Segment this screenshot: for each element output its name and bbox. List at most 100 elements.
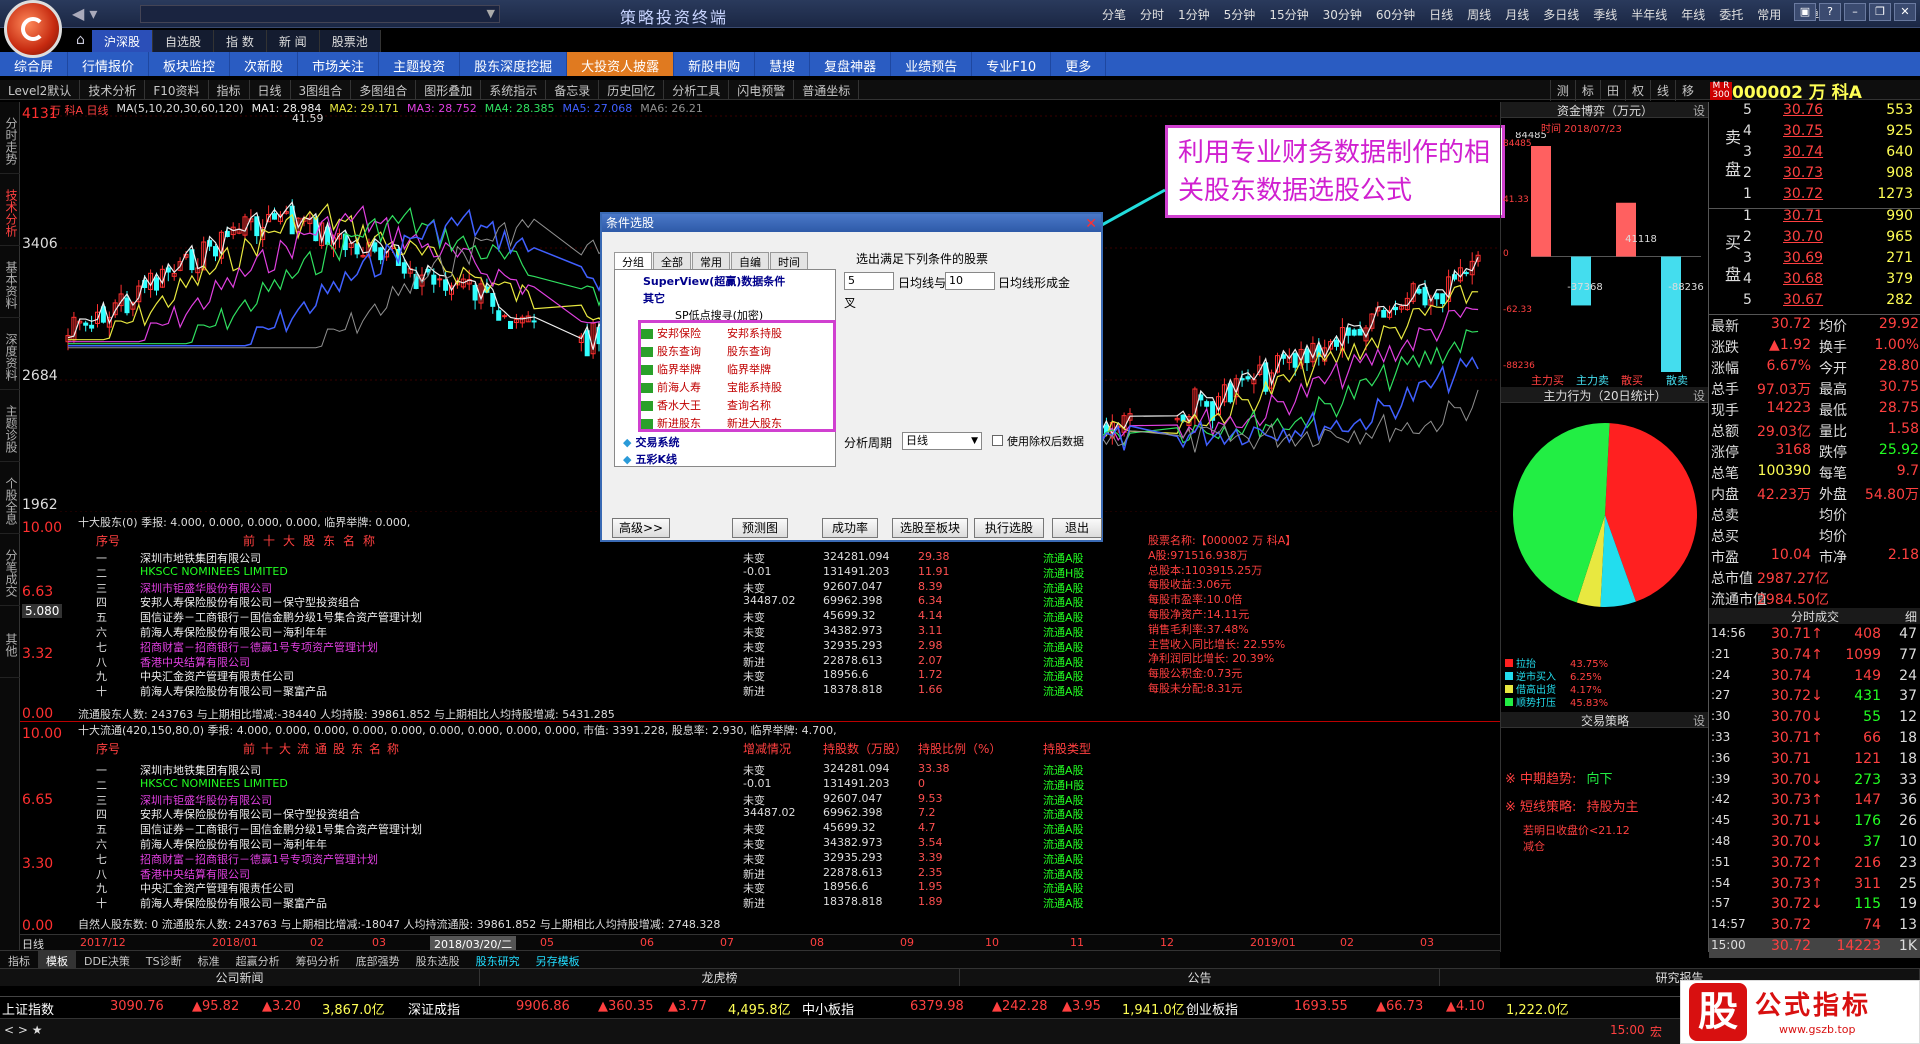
dialog-button[interactable]: 选股至板块 xyxy=(892,518,968,538)
tick-row[interactable]: :36 30.71 121 18 xyxy=(1709,751,1920,771)
table-row[interactable]: 七 招商财富－招商银行－德赢1号专项资产管理计划 未变 32935.293 3.39 流通… xyxy=(78,851,1138,866)
period-menu-item[interactable]: 分笔 xyxy=(1095,6,1133,23)
toolbar-button[interactable]: 图形叠加 xyxy=(416,80,482,99)
feature-tab[interactable]: 慧搜 xyxy=(755,52,811,76)
sidebar-item[interactable]: 深度资料 xyxy=(0,318,20,390)
toolbar-button[interactable]: 3图组合 xyxy=(291,80,352,99)
period-menu-item[interactable]: 月线 xyxy=(1498,6,1536,23)
indicator-tab[interactable]: 模板 xyxy=(38,951,76,968)
index-name[interactable]: 创业板指 xyxy=(1186,999,1238,1018)
tick-row[interactable]: :21 30.74↑ 1099 77 xyxy=(1709,647,1920,667)
toolbar-icon[interactable]: 线 xyxy=(1649,80,1675,101)
table-row[interactable]: 六 前海人寿保险股份有限公司－海利年年 未变 34382.973 3.11 流通A股 xyxy=(78,624,1138,639)
news-tab[interactable]: 公告 xyxy=(960,969,1440,986)
feature-tab[interactable]: 板块监控 xyxy=(149,52,231,76)
tick-row[interactable]: :30 30.70↓ 55 12 xyxy=(1709,709,1920,729)
index-name[interactable]: 深证成指 xyxy=(408,999,460,1018)
toolbar-button[interactable]: 多图组合 xyxy=(351,80,417,99)
order-book-row[interactable]: 2 30.73 908 xyxy=(1709,165,1920,186)
indicator-tab[interactable]: DDE决策 xyxy=(76,951,138,968)
back-forward-icon[interactable]: ◀ ▾ xyxy=(72,4,97,23)
table-row[interactable]: 四 安邦人寿保险股份有限公司－保守型投资组合 34487.02 69962.398 7.… xyxy=(78,806,1138,821)
news-tab[interactable]: 公司新闻 xyxy=(0,969,480,986)
order-book-row[interactable]: 5 30.67 282 xyxy=(1709,292,1920,313)
feature-tab[interactable]: 复盘神器 xyxy=(810,52,892,76)
indicator-tab[interactable]: 指标 xyxy=(0,951,38,968)
toolbar-button[interactable]: F10资料 xyxy=(145,80,209,99)
table-row[interactable]: 十 前海人寿保险股份有限公司－聚富产品 新进 18378.818 1.89 流通A股 xyxy=(78,895,1138,910)
tree-group[interactable]: ◆ 五彩K线 xyxy=(623,451,677,466)
toolbar-button[interactable]: 闪电预警 xyxy=(729,80,795,99)
toolbar-icon[interactable]: 权 xyxy=(1624,80,1650,101)
tick-row[interactable]: :39 30.70↓ 273 33 xyxy=(1709,772,1920,792)
period-menu-item[interactable]: 委托 xyxy=(1712,6,1750,23)
period-menu-item[interactable]: 分时 xyxy=(1133,6,1171,23)
toolbar-icon[interactable]: 移 xyxy=(1674,80,1700,101)
toolbar-button[interactable]: 普通坐标 xyxy=(794,80,860,99)
tick-row[interactable]: 15:00 30.72 14223 1K xyxy=(1709,938,1920,958)
table-row[interactable]: 八 香港中央结算有限公司 新进 22878.613 2.07 流通A股 xyxy=(78,654,1138,669)
adjust-checkbox[interactable] xyxy=(992,435,1003,446)
tree-group[interactable]: ◆ 交易系统 xyxy=(623,434,679,450)
period-menu-item[interactable]: 多日线 xyxy=(1536,6,1586,23)
period-menu-item[interactable]: 5分钟 xyxy=(1217,6,1263,23)
table-row[interactable]: 五 国信证券－工商银行－国信金鹏分级1号集合资产管理计划 未变 45699.32 4.7… xyxy=(78,821,1138,836)
toolbar-button[interactable]: 分析工具 xyxy=(664,80,730,99)
period-menu-item[interactable]: 周线 xyxy=(1460,6,1498,23)
index-name[interactable]: 中小板指 xyxy=(802,999,854,1018)
period-menu-item[interactable]: 60分钟 xyxy=(1369,6,1422,23)
sidebar-item[interactable]: 个股全息 xyxy=(0,462,20,534)
table-row[interactable]: 十 前海人寿保险股份有限公司－聚富产品 新进 18378.818 1.66 流通A股 xyxy=(78,683,1138,698)
period-menu-item[interactable]: 常用 xyxy=(1750,6,1788,23)
period-menu-item[interactable]: 30分钟 xyxy=(1316,6,1369,23)
sidebar-item[interactable]: 分时走势 xyxy=(0,102,20,174)
tick-row[interactable]: :24 30.74 149 24 xyxy=(1709,668,1920,688)
sidebar-item[interactable]: 主题诊股 xyxy=(0,390,20,462)
feature-tab[interactable]: 更多 xyxy=(1051,52,1107,76)
table-row[interactable]: 一 深圳市地铁集团有限公司 未变 324281.094 29.38 流通A股 xyxy=(78,550,1138,565)
toolbar-button[interactable]: 备忘录 xyxy=(546,80,600,99)
toolbar-button[interactable]: 指标 xyxy=(209,80,250,99)
search-input[interactable]: ▼ xyxy=(140,5,500,23)
table-row[interactable]: 四 安邦人寿保险股份有限公司－保守型投资组合 34487.02 69962.398 6.… xyxy=(78,594,1138,609)
tree-node[interactable]: 其它 xyxy=(643,290,665,306)
tick-row[interactable]: :48 30.70↓ 37 10 xyxy=(1709,834,1920,854)
indicator-tab[interactable]: 股东研究 xyxy=(468,951,528,968)
order-book-row[interactable]: 3 30.69 271 xyxy=(1709,250,1920,271)
order-book-row[interactable]: 4 30.68 379 xyxy=(1709,271,1920,292)
detail-toggle[interactable]: 细 xyxy=(1905,608,1917,625)
feature-tab[interactable]: 业绩预告 xyxy=(891,52,973,76)
order-book-row[interactable]: 1 30.71 990 xyxy=(1709,208,1920,229)
minimize-icon[interactable]: – xyxy=(1844,3,1866,21)
tree-node[interactable]: SuperView(超赢)数据条件 xyxy=(643,273,785,289)
tick-row[interactable]: :42 30.73↑ 147 36 xyxy=(1709,792,1920,812)
toolbar-button[interactable]: 技术分析 xyxy=(80,80,146,99)
param2-input[interactable]: 10 xyxy=(945,272,995,290)
order-book-row[interactable]: 3 30.74 640 xyxy=(1709,144,1920,165)
feature-tab[interactable]: 大投资人披露 xyxy=(567,52,675,76)
toolbar-button[interactable]: Level2默认 xyxy=(0,80,81,99)
feature-tab[interactable]: 次新股 xyxy=(230,52,299,76)
table-row[interactable]: 三 深圳市钜盛华股份有限公司 未变 92607.047 8.39 流通A股 xyxy=(78,580,1138,595)
chevron-down-icon[interactable]: ▼ xyxy=(971,433,978,449)
settings-icon[interactable]: 设 xyxy=(1693,102,1705,119)
order-book-row[interactable]: 4 30.75 925 xyxy=(1709,123,1920,144)
skin-icon[interactable]: ▣ xyxy=(1794,3,1816,21)
toolbar-button[interactable]: 日线 xyxy=(250,80,291,99)
feature-tab[interactable]: 股东深度挖掘 xyxy=(460,52,568,76)
feature-tab[interactable]: 行情报价 xyxy=(68,52,150,76)
order-book-row[interactable]: 1 30.72 1273 xyxy=(1709,186,1920,207)
sidebar-item[interactable]: 基本资料 xyxy=(0,246,20,318)
close-icon[interactable]: ✕ xyxy=(1894,3,1916,21)
tick-row[interactable]: :33 30.71↑ 66 18 xyxy=(1709,730,1920,750)
tick-row[interactable]: 14:56 30.71↑ 408 47 xyxy=(1709,626,1920,646)
sidebar-item[interactable]: 其他 xyxy=(0,606,20,678)
chevron-down-icon[interactable]: ▼ xyxy=(487,7,495,20)
status-arrows[interactable]: < > ★ xyxy=(4,1023,43,1037)
param1-input[interactable]: 5 xyxy=(844,272,894,290)
period-menu-item[interactable]: 年线 xyxy=(1674,6,1712,23)
indicator-tab[interactable]: 超赢分析 xyxy=(228,951,288,968)
indicator-tab[interactable]: 标准 xyxy=(190,951,228,968)
market-tab[interactable]: 新 闻 xyxy=(266,30,320,52)
market-tab[interactable]: 自选股 xyxy=(153,30,215,52)
